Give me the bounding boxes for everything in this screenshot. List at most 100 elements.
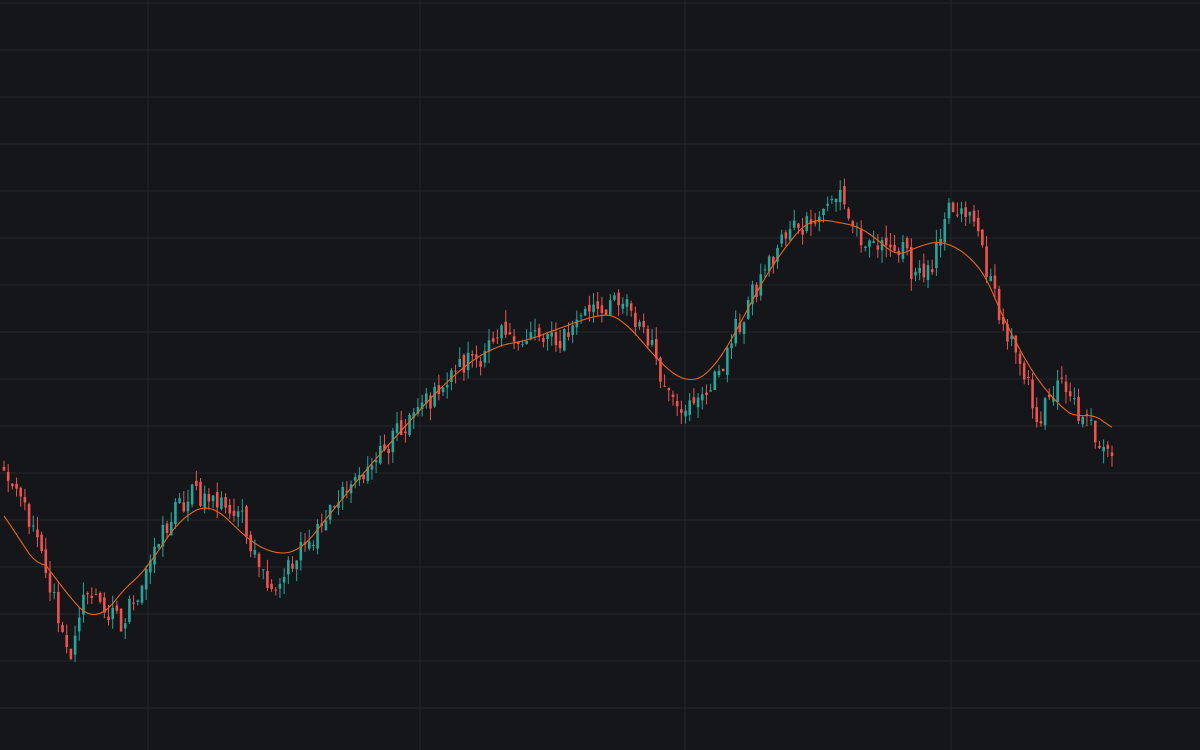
candle-body xyxy=(270,583,273,590)
candle-body xyxy=(11,483,14,487)
candle-body xyxy=(157,543,160,548)
candle-body xyxy=(274,589,278,591)
candle xyxy=(128,595,131,624)
candle-body xyxy=(261,569,265,571)
candle-body xyxy=(353,477,357,481)
candle-body xyxy=(876,245,880,250)
candle-body xyxy=(947,202,951,219)
candle-body xyxy=(1022,363,1026,380)
candle-body xyxy=(182,502,186,512)
candle-body xyxy=(968,212,972,216)
candle-body xyxy=(94,594,98,596)
candle-body xyxy=(864,246,867,249)
candle-body xyxy=(136,600,140,602)
candle-body xyxy=(36,529,39,538)
candle-body xyxy=(395,423,399,433)
candle-body xyxy=(174,502,177,525)
candle xyxy=(199,478,202,508)
candle-body xyxy=(119,608,123,632)
candle-body xyxy=(291,563,294,569)
candle-body xyxy=(579,315,583,317)
candle xyxy=(408,412,411,437)
candle-body xyxy=(31,525,35,527)
candle-body xyxy=(52,592,56,594)
candle-body xyxy=(211,495,215,502)
candle-body xyxy=(918,267,921,273)
candle-body xyxy=(638,321,641,327)
candle-body xyxy=(115,605,119,611)
candle-body xyxy=(450,370,453,382)
candle-body xyxy=(1110,452,1114,457)
candle-body xyxy=(1093,420,1097,443)
candle-body xyxy=(6,471,10,481)
candle-body xyxy=(186,501,190,512)
candle-body xyxy=(15,483,18,489)
candle-body xyxy=(700,394,704,401)
candle-body xyxy=(1073,398,1076,400)
candle-body xyxy=(726,347,729,376)
candle-body xyxy=(692,397,696,404)
candle-body xyxy=(445,384,449,388)
candle-body xyxy=(195,480,198,486)
candle-body xyxy=(73,635,77,655)
candle-body xyxy=(893,244,896,251)
candle-body xyxy=(1077,397,1080,421)
candle-body xyxy=(249,534,252,552)
candle-body xyxy=(462,354,466,373)
candle-body xyxy=(822,208,825,215)
candle xyxy=(69,648,73,661)
candle-body xyxy=(496,337,499,339)
candle-body xyxy=(111,607,115,619)
candle-body xyxy=(178,498,181,503)
candle-body xyxy=(512,336,516,342)
candle-body xyxy=(19,487,23,497)
candle-body xyxy=(278,583,282,589)
candle-body xyxy=(667,388,671,391)
candle-body xyxy=(107,616,110,621)
candle-body xyxy=(324,520,328,531)
candle-body xyxy=(241,510,244,512)
candle-body xyxy=(684,410,687,417)
candle-body xyxy=(1043,398,1047,426)
candle-body xyxy=(976,217,980,232)
candle xyxy=(721,368,725,372)
candle-body xyxy=(1102,446,1105,452)
candle-body xyxy=(44,549,48,574)
candle-body xyxy=(307,541,311,549)
candle-body xyxy=(834,198,838,203)
candle-body xyxy=(956,214,959,216)
candle-body xyxy=(220,497,223,509)
candle-body xyxy=(491,338,495,342)
candle-body xyxy=(48,573,52,593)
candle-body xyxy=(554,332,558,346)
candle-body xyxy=(964,207,967,217)
candle-body xyxy=(441,387,445,393)
candle-body xyxy=(972,210,976,222)
candle-body xyxy=(642,321,646,328)
candle-body xyxy=(525,340,528,344)
candle-body xyxy=(2,467,6,471)
candle-body xyxy=(312,545,315,547)
candle-body xyxy=(575,319,579,328)
candle-body xyxy=(1068,391,1072,397)
candle-body xyxy=(930,269,934,273)
candle-body xyxy=(215,492,219,508)
candle-body xyxy=(57,592,60,624)
candle-body xyxy=(399,420,403,436)
candle-body xyxy=(935,241,938,269)
candle-body xyxy=(123,623,127,629)
candle-body xyxy=(1064,381,1068,393)
candle xyxy=(713,370,717,391)
candle-body xyxy=(128,598,131,622)
candle-body xyxy=(621,303,625,309)
candle-body xyxy=(926,265,930,281)
candle-body xyxy=(730,343,733,349)
candle-body xyxy=(466,352,470,371)
candle-body xyxy=(90,595,94,598)
candle xyxy=(40,531,43,554)
candlestick-chart xyxy=(0,0,1200,750)
candle-body xyxy=(132,602,135,604)
candle-body xyxy=(1098,445,1101,449)
candle-body xyxy=(801,229,804,235)
candle-body xyxy=(629,303,633,311)
